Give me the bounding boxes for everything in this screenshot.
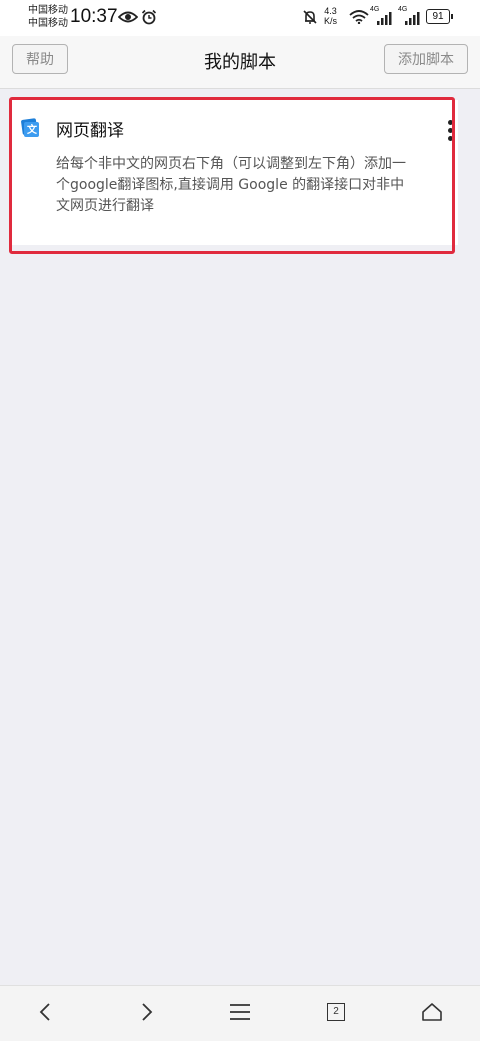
forward-button[interactable]	[130, 996, 162, 1028]
script-description: 给每个非中文的网页右下角（可以调整到左下角）添加一个google翻译图标,直接调…	[56, 156, 406, 214]
add-script-button[interactable]: 添加脚本	[384, 44, 468, 74]
network-speed: 4.3 K/s	[324, 6, 338, 26]
home-icon	[422, 1003, 442, 1021]
signal-icon	[377, 12, 392, 25]
battery-icon: 91	[426, 9, 453, 24]
eye-icon	[118, 11, 138, 23]
script-title: 网页翻译	[56, 121, 124, 141]
svg-text:文: 文	[27, 123, 38, 136]
script-card[interactable]: 文 网页翻译 给每个非中文的网页右下角（可以调整到左下角）添加一个google翻…	[10, 100, 458, 245]
back-icon	[39, 1003, 50, 1021]
tabs-button[interactable]: 2	[320, 996, 352, 1028]
forward-icon	[142, 1003, 153, 1021]
mute-bell-icon	[303, 10, 317, 24]
back-button[interactable]	[30, 996, 62, 1028]
menu-icon	[230, 1004, 250, 1020]
signal-icon	[405, 12, 420, 25]
clock: 10:37	[70, 6, 118, 27]
translate-icon: 文	[21, 118, 39, 137]
more-options-icon[interactable]	[444, 120, 456, 144]
carrier-2: 中国移动	[28, 18, 68, 29]
carrier-1: 中国移动	[28, 5, 68, 16]
wifi-icon	[349, 10, 369, 24]
bottom-nav: 2	[0, 985, 480, 1041]
carrier-info: 中国移动 中国移动	[28, 4, 68, 30]
menu-button[interactable]	[224, 996, 256, 1028]
header: 帮助 我的脚本 添加脚本	[0, 36, 480, 89]
status-bar: 中国移动 中国移动 10:37 4.3 K/s 4G 4G 91	[0, 0, 480, 36]
tabs-icon: 2	[327, 1003, 345, 1021]
home-button[interactable]	[416, 996, 448, 1028]
alarm-icon	[141, 9, 157, 25]
